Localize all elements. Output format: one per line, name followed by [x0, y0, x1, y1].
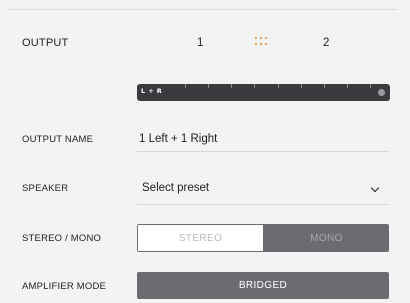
link-channels-icon[interactable] — [255, 37, 269, 47]
stereo-mono-label: STEREO / MONO — [22, 233, 102, 244]
chevron-down-icon — [370, 183, 380, 193]
meter-tick — [323, 84, 325, 88]
channel-1-label: 1 — [197, 37, 204, 49]
top-divider — [8, 9, 398, 10]
meter-tick — [185, 84, 186, 88]
mono-option-button[interactable]: MONO — [264, 224, 389, 252]
meter-tick — [231, 84, 233, 88]
meter-tick — [370, 84, 371, 88]
meter-label: L + R — [141, 87, 163, 95]
output-name-label: OUTPUT NAME — [22, 134, 94, 145]
meter-tick — [346, 84, 348, 88]
speaker-select[interactable]: Select preset — [137, 180, 389, 205]
amplifier-mode-button[interactable]: BRIDGED — [137, 272, 389, 299]
meter-tick — [277, 84, 279, 88]
amplifier-mode-label: AMPLIFIER MODE — [22, 281, 107, 292]
stereo-option-button[interactable]: STEREO — [137, 224, 264, 252]
output-settings-panel: OUTPUT 1 2 L + R OUTPUT NAME SPEAKER Sel… — [0, 0, 410, 303]
output-name-input[interactable] — [137, 131, 391, 147]
meter-tick — [254, 84, 256, 88]
meter-tick — [300, 84, 302, 88]
output-label: OUTPUT — [22, 37, 69, 49]
output-name-field — [137, 131, 391, 152]
speaker-label: SPEAKER — [22, 183, 69, 194]
stereo-mono-toggle: STEREO MONO — [137, 224, 389, 252]
meter-tick — [208, 84, 210, 88]
channel-2-label: 2 — [323, 37, 330, 49]
meter-led-indicator — [378, 89, 385, 96]
level-meter: L + R — [137, 84, 390, 101]
speaker-selected-value: Select preset — [142, 182, 210, 194]
